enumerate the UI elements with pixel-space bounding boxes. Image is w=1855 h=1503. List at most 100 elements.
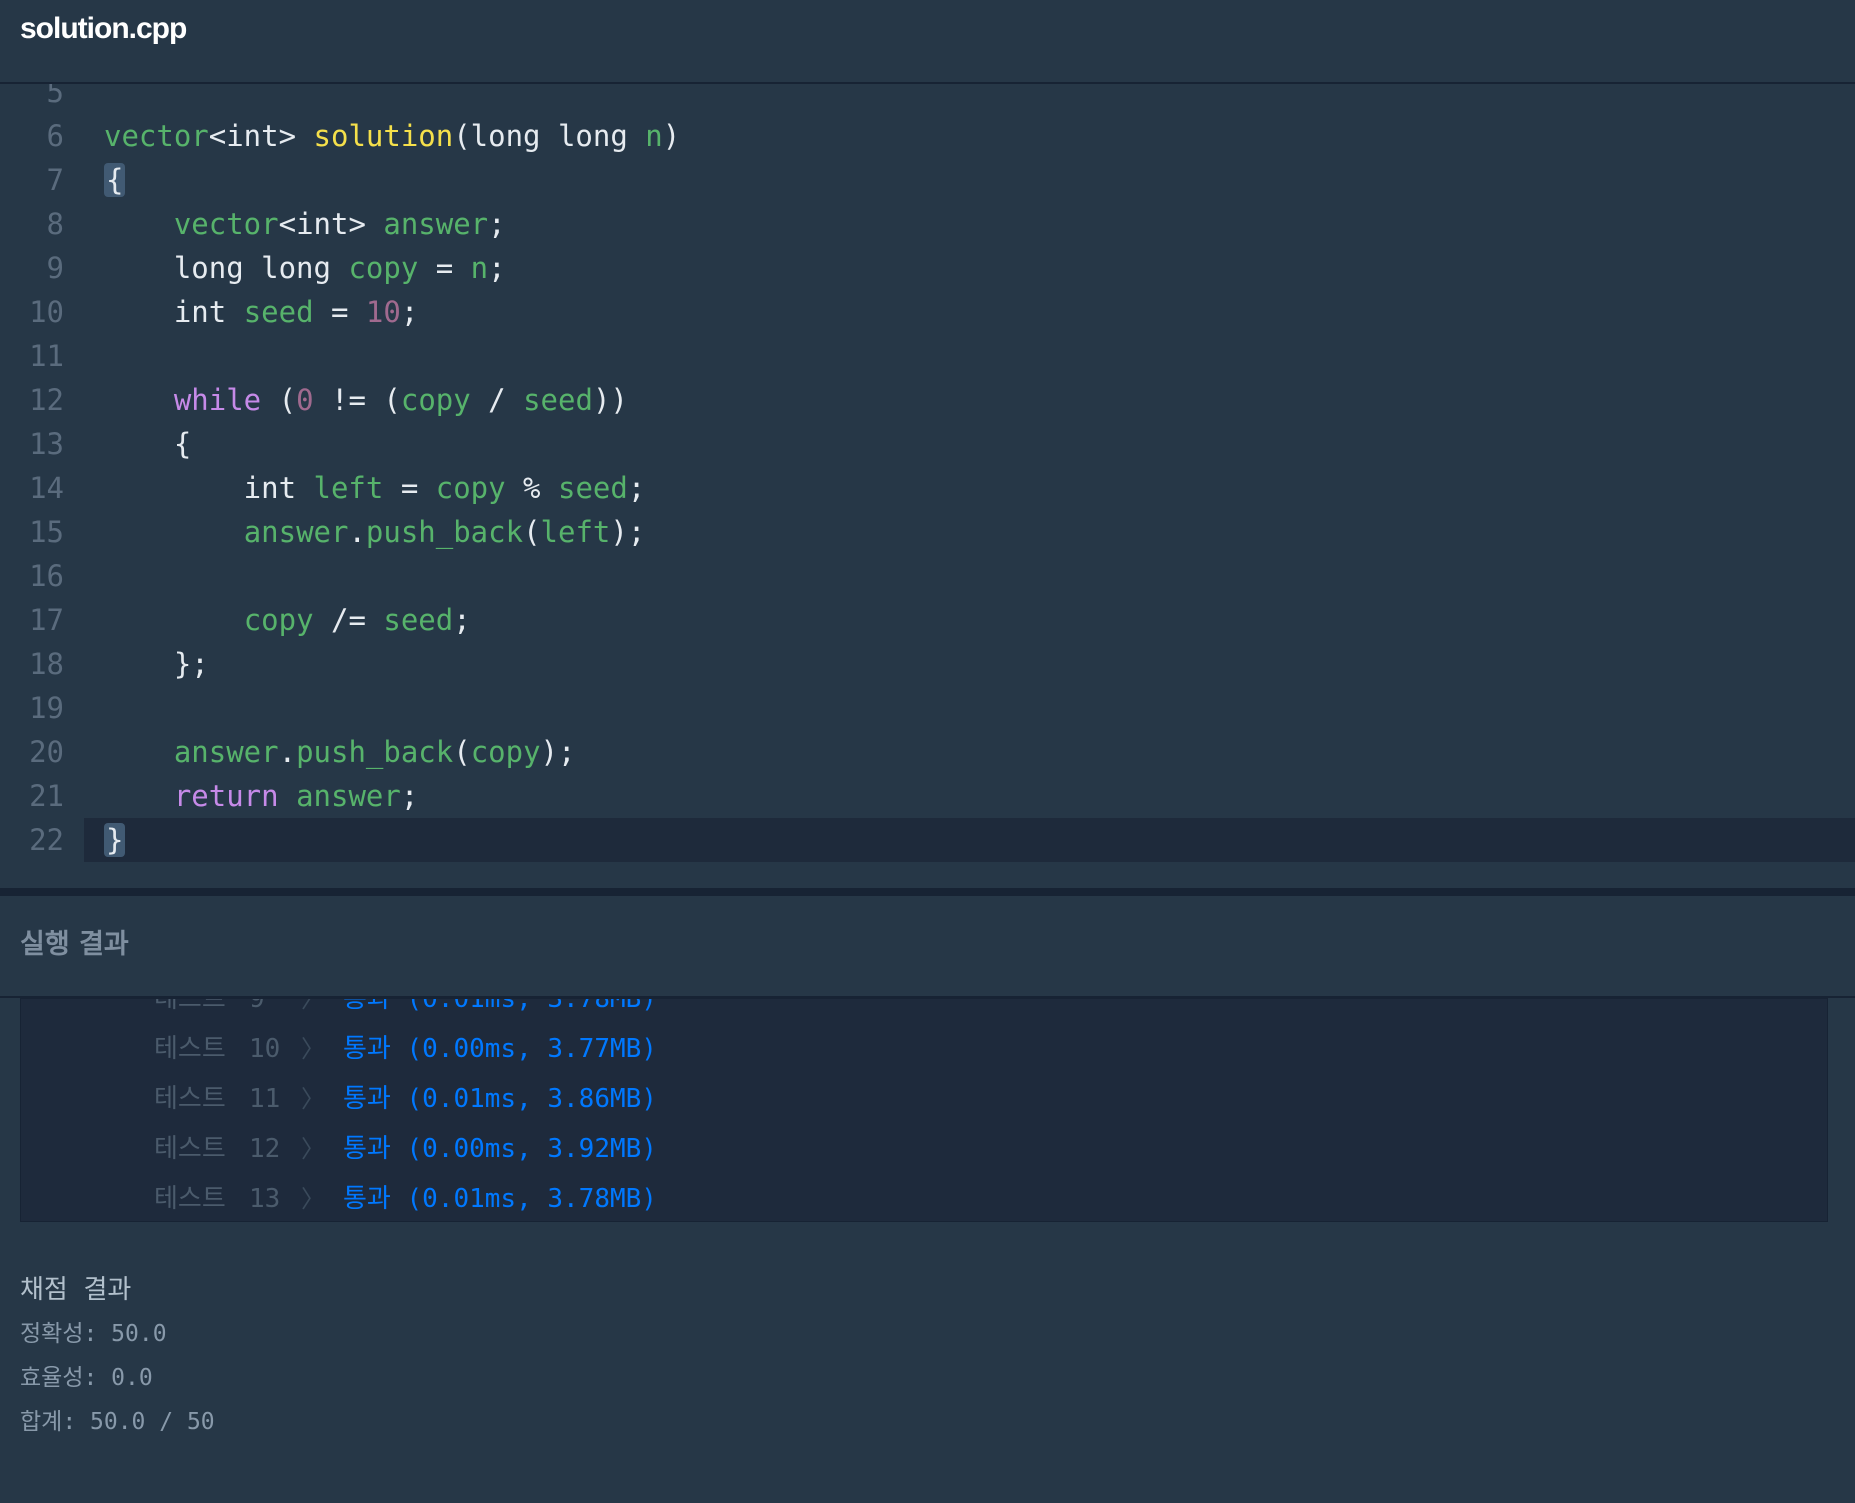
code-line[interactable]: 13 { <box>0 422 1855 466</box>
code-text: } <box>104 818 126 862</box>
code-token: /= <box>313 603 384 637</box>
code-token: copy <box>400 383 471 417</box>
editor-header: solution.cpp <box>0 0 1855 84</box>
code-line[interactable]: 15 answer.push_back(left); <box>0 510 1855 554</box>
total-score: 합계: 50.0 / 50 <box>20 1409 215 1435</box>
code-line[interactable]: 20 answer.push_back(copy); <box>0 730 1855 774</box>
results-panel[interactable]: 테스트 9 〉 통과 (0.01ms, 3.78MB) 테스트 10 〉 통과 (0.00ms… <box>20 998 1828 1222</box>
code-token: )) <box>592 383 628 417</box>
code-token: 10 <box>365 295 401 329</box>
code-token: answer <box>383 207 489 241</box>
test-result-row: 테스트 9 〉 통과 (0.01ms, 3.78MB) <box>21 998 1827 1024</box>
code-token: long long <box>104 251 349 285</box>
code-token: left <box>313 471 384 505</box>
code-line[interactable]: 9 long long copy = n; <box>0 246 1855 290</box>
code-token: n <box>470 251 489 285</box>
code-line[interactable]: 16 <box>0 554 1855 598</box>
code-text: return answer; <box>104 774 418 818</box>
test-label: 테스트 <box>154 1134 226 1164</box>
panel-splitter[interactable] <box>0 888 1855 896</box>
line-number: 22 <box>29 823 64 857</box>
code-token: ); <box>540 735 576 769</box>
line-number: 16 <box>29 559 64 593</box>
code-token: = <box>383 471 436 505</box>
test-result-row: 테스트 10 〉 통과 (0.00ms, 3.77MB) <box>21 1024 1827 1074</box>
code-line[interactable]: 11 <box>0 334 1855 378</box>
code-line[interactable]: 14 int left = copy % seed; <box>0 466 1855 510</box>
test-number: 13 <box>249 1184 281 1214</box>
line-number: 6 <box>46 119 64 153</box>
active-line-highlight <box>84 818 1855 862</box>
chevron-right-icon: 〉 <box>301 1185 325 1213</box>
code-token: != ( <box>313 383 401 417</box>
code-line[interactable]: 8 vector<int> answer; <box>0 202 1855 246</box>
code-line[interactable]: 10 int seed = 10; <box>0 290 1855 334</box>
code-token: copy <box>348 251 419 285</box>
code-line[interactable]: 7{ <box>0 158 1855 202</box>
code-token: ; <box>488 251 506 285</box>
code-token: = <box>418 251 471 285</box>
code-token: . <box>278 735 297 769</box>
line-number: 9 <box>46 251 64 285</box>
code-token: ; <box>488 207 506 241</box>
line-number: 19 <box>29 691 64 725</box>
code-line[interactable]: 21 return answer; <box>0 774 1855 818</box>
line-number: 12 <box>29 383 64 417</box>
code-token: } <box>104 823 126 857</box>
grading-title: 채점 결과 <box>20 1275 132 1305</box>
code-text: vector<int> answer; <box>104 202 506 246</box>
code-text: int left = copy % seed; <box>104 466 646 510</box>
code-token: return <box>173 779 279 813</box>
code-token: answer <box>243 515 349 549</box>
code-line[interactable]: 12 while (0 != (copy / seed)) <box>0 378 1855 422</box>
chevron-right-icon: 〉 <box>301 1085 325 1113</box>
code-text: { <box>104 422 191 466</box>
code-token: copy <box>435 471 506 505</box>
test-label: 테스트 <box>154 1084 226 1114</box>
line-number: 15 <box>29 515 64 549</box>
code-text: copy /= seed; <box>104 598 471 642</box>
code-token: % <box>505 471 558 505</box>
test-status: 통과 (0.00ms, 3.77MB) <box>343 1034 657 1064</box>
chevron-right-icon: 〉 <box>301 998 325 1013</box>
code-token: copy <box>243 603 314 637</box>
code-line[interactable]: 5 <box>0 84 1855 114</box>
test-label: 테스트 <box>154 998 226 1014</box>
code-line[interactable]: 22} <box>0 818 1855 862</box>
code-line[interactable]: 17 copy /= seed; <box>0 598 1855 642</box>
code-token: 0 <box>296 383 314 417</box>
test-status: 통과 (0.01ms, 3.78MB) <box>343 998 657 1014</box>
code-token: <int> <box>208 119 314 153</box>
code-line[interactable]: 6 vector<int> solution(long long n) <box>0 114 1855 158</box>
code-token: }; <box>104 647 209 681</box>
code-token: while <box>173 383 262 417</box>
code-text: }; <box>104 642 209 686</box>
code-token: ( <box>261 383 297 417</box>
code-line[interactable]: 19 <box>0 686 1855 730</box>
code-token: ; <box>400 295 419 329</box>
code-token: answer <box>173 735 279 769</box>
code-token: = <box>313 295 366 329</box>
test-result-row: 테스트 13 〉 통과 (0.01ms, 3.78MB) <box>21 1174 1827 1221</box>
code-token: { <box>104 163 126 197</box>
code-text: answer.push_back(left); <box>104 510 646 554</box>
test-number: 10 <box>249 1034 281 1064</box>
code-token: / <box>470 383 524 417</box>
test-number: 11 <box>249 1084 281 1114</box>
code-text: { <box>104 158 126 202</box>
line-number: 5 <box>46 84 64 109</box>
code-text: answer.push_back(copy); <box>104 730 576 774</box>
code-token: left <box>540 515 611 549</box>
code-token: { <box>104 427 192 461</box>
line-number: 14 <box>29 471 64 505</box>
line-number: 10 <box>29 295 64 329</box>
code-line[interactable]: 18 }; <box>0 642 1855 686</box>
code-editor[interactable]: 5 6 vector<int> solution(long long n) 7{8 v… <box>0 84 1855 888</box>
code-token: n <box>645 119 663 153</box>
code-token: seed <box>243 295 314 329</box>
code-text: int seed = 10; <box>104 290 418 334</box>
test-status: 통과 (0.00ms, 3.92MB) <box>343 1134 657 1164</box>
